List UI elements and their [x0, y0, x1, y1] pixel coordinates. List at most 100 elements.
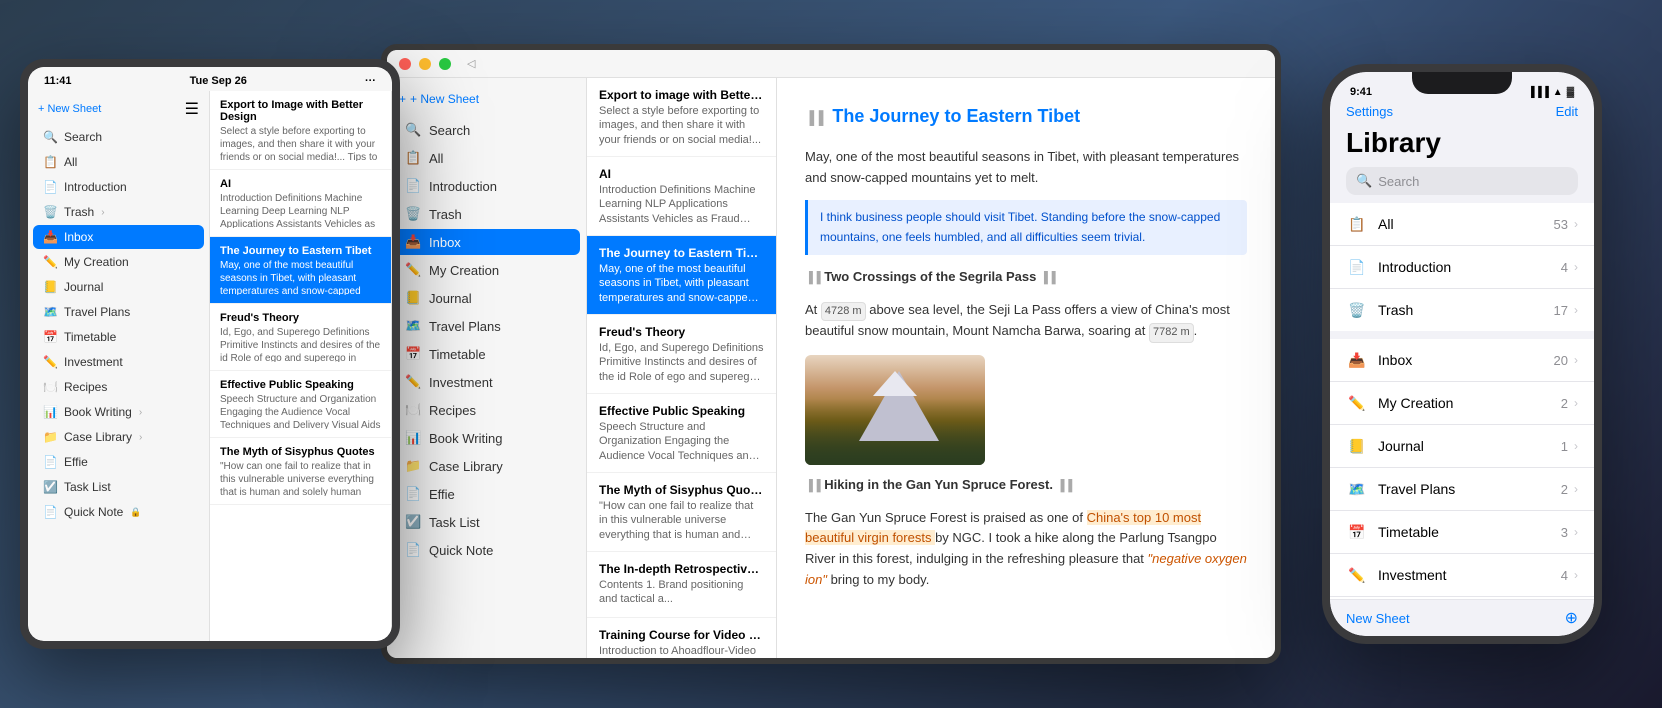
ipad-sidebar-item-inbox[interactable]: 📥 Inbox: [33, 225, 204, 249]
chevron-right-icon: ›: [139, 407, 142, 418]
iphone-item-journal[interactable]: 📒 Journal 1 ›: [1330, 425, 1594, 468]
mac-sidebar-item-recipes[interactable]: 🍽️ Recipes: [393, 397, 580, 423]
iphone-search[interactable]: 🔍 Search: [1346, 167, 1578, 195]
mac-note-item-export[interactable]: Export to image with Better Design Selec…: [587, 78, 776, 157]
iphone-new-sheet-button[interactable]: New Sheet: [1346, 611, 1410, 626]
ipad-sidebar-item-quicknote[interactable]: 📄 Quick Note 🔒: [33, 500, 204, 524]
iphone-item-right: 4 ›: [1561, 568, 1578, 583]
mac-note-item-ai[interactable]: AI Introduction Definitions Machine Lear…: [587, 157, 776, 236]
mac-editor[interactable]: ▐▐ The Journey to Eastern Tibet May, one…: [777, 78, 1275, 658]
item-count: 53: [1554, 217, 1568, 232]
quicknote-icon: 📄: [405, 542, 421, 558]
ipad-note-preview: May, one of the most beautiful seasons i…: [220, 259, 381, 295]
ipad-sidebar-item-tasklist[interactable]: ☑️ Task List: [33, 475, 204, 499]
mac-sidebar-item-effie[interactable]: 📄 Effie: [393, 481, 580, 507]
ipad-new-sheet-button[interactable]: + New Sheet: [38, 103, 101, 115]
mac-note-title: Training Course for Video Creators: [599, 628, 764, 642]
ipad-sidebar-item-introduction[interactable]: 📄 Introduction: [33, 175, 204, 199]
mac-new-sheet-label: + New Sheet: [410, 92, 479, 106]
mac-note-item-retrospective[interactable]: The In-depth Retrospective of Emerging C…: [587, 552, 776, 618]
search-icon: 🔍: [43, 130, 57, 144]
mac-sidebar-item-inbox[interactable]: 📥 Inbox: [393, 229, 580, 255]
iphone-item-introduction[interactable]: 📄 Introduction 4 ›: [1330, 246, 1594, 289]
mac-sidebar-top: + + New Sheet: [387, 86, 586, 112]
iphone-edit-link[interactable]: Edit: [1556, 104, 1578, 119]
mac-sidebar-item-timetable[interactable]: 📅 Timetable: [393, 341, 580, 367]
editor-paragraph-3: The Gan Yun Spruce Forest is praised as …: [805, 508, 1247, 591]
ipad-sidebar-item-travelplans[interactable]: 🗺️ Travel Plans: [33, 300, 204, 324]
iphone-library-list: 📋 All 53 › 📄 Introduction: [1330, 203, 1594, 599]
ipad-sidebar-item-effie[interactable]: 📄 Effie: [33, 450, 204, 474]
iphone-item-trash[interactable]: 🗑️ Trash 17 ›: [1330, 289, 1594, 331]
mac-close-button[interactable]: [399, 58, 411, 70]
item-count: 4: [1561, 568, 1568, 583]
journal-icon: 📒: [405, 290, 421, 306]
iphone-item-travelplans[interactable]: 🗺️ Travel Plans 2 ›: [1330, 468, 1594, 511]
mac-sidebar: + + New Sheet 🔍 Search 📋 All 📄 I: [387, 78, 587, 658]
iphone-item-all[interactable]: 📋 All 53 ›: [1330, 203, 1594, 246]
item-count: 1: [1561, 439, 1568, 454]
iphone-time: 9:41: [1350, 86, 1372, 98]
mac-note-item-speaking[interactable]: Effective Public Speaking Speech Structu…: [587, 394, 776, 473]
ipad-sidebar-item-bookwriting[interactable]: 📊 Book Writing ›: [33, 400, 204, 424]
mac-sidebar-item-travelplans[interactable]: 🗺️ Travel Plans: [393, 313, 580, 339]
mac-new-sheet-button[interactable]: + + New Sheet: [399, 92, 479, 106]
tasklist-icon: ☑️: [405, 514, 421, 530]
mac-sidebar-item-intro[interactable]: 📄 Introduction: [393, 173, 580, 199]
mac-sidebar-item-bookwriting[interactable]: 📊 Book Writing: [393, 425, 580, 451]
timetable-icon: 📅: [43, 330, 57, 344]
ipad-note-item-export[interactable]: Export to Image with Better Design Selec…: [210, 91, 391, 170]
mac-note-item-tibet[interactable]: The Journey to Eastern Tibet May, one of…: [587, 236, 776, 315]
mac-note-preview: Introduction to Ahoadflour-Video Creator…: [599, 644, 764, 658]
ipad-sidebar-item-journal[interactable]: 📒 Journal: [33, 275, 204, 299]
ipad-sidebar-item-mycreation[interactable]: ✏️ My Creation: [33, 250, 204, 274]
ipad-note-item-tibet[interactable]: The Journey to Eastern Tibet May, one of…: [210, 237, 391, 304]
wifi-icon: ▲: [1553, 87, 1563, 98]
mac-sidebar-item-tasklist[interactable]: ☑️ Task List: [393, 509, 580, 535]
ipad-note-item-ai[interactable]: AI Introduction Definitions Machine Lear…: [210, 170, 391, 237]
ipad-sidebar-item-search[interactable]: 🔍 Search: [33, 125, 204, 149]
mac-sidebar-label: Task List: [429, 515, 568, 530]
ipad-sidebar-label: Journal: [64, 280, 103, 294]
ipad-sidebar-item-all[interactable]: 📋 All: [33, 150, 204, 174]
mac-sidebar-item-caselibrary[interactable]: 📁 Case Library: [393, 453, 580, 479]
mac-sidebar-item-quicknote[interactable]: 📄 Quick Note: [393, 537, 580, 563]
mac-note-item-sisyphus[interactable]: The Myth of Sisyphus Quotes "How can one…: [587, 473, 776, 552]
macbook-device: ◁ + + New Sheet 🔍 Search: [381, 44, 1281, 664]
mac-sidebar-item-trash[interactable]: 🗑️ Trash: [393, 201, 580, 227]
ipad-sidebar-item-investment[interactable]: ✏️ Investment: [33, 350, 204, 374]
ipad-sidebar-item-timetable[interactable]: 📅 Timetable: [33, 325, 204, 349]
iphone-item-left: 📄 Introduction: [1346, 256, 1451, 278]
ipad-sidebar-label: Effie: [64, 455, 88, 469]
ipad-note-item-freud[interactable]: Freud's Theory Id, Ego, and Superego Def…: [210, 304, 391, 371]
mac-sidebar-item-investment[interactable]: ✏️ Investment: [393, 369, 580, 395]
iphone-settings-link[interactable]: Settings: [1346, 104, 1393, 119]
ipad-note-item-sisyphus[interactable]: The Myth of Sisyphus Quotes "How can one…: [210, 438, 391, 505]
ipad-sidebar-label: Travel Plans: [64, 305, 130, 319]
iphone-item-timetable[interactable]: 📅 Timetable 3 ›: [1330, 511, 1594, 554]
ipad-sidebar-label: Recipes: [64, 380, 107, 394]
mac-sidebar-item-creation[interactable]: ✏️ My Creation: [393, 257, 580, 283]
ipad-note-item-speaking[interactable]: Effective Public Speaking Speech Structu…: [210, 371, 391, 438]
mac-sidebar-label: Book Writing: [429, 431, 568, 446]
mac-note-item-freud[interactable]: Freud's Theory Id, Ego, and Superego Def…: [587, 315, 776, 394]
iphone-item-inbox[interactable]: 📥 Inbox 20 ›: [1330, 339, 1594, 382]
mac-minimize-button[interactable]: [419, 58, 431, 70]
mac-note-preview: "How can one fail to realize that in thi…: [599, 499, 764, 541]
travel-icon: 🗺️: [43, 305, 57, 319]
ipad-sidebar-item-recipes[interactable]: 🍽️ Recipes: [33, 375, 204, 399]
mac-sidebar-item-all[interactable]: 📋 All: [393, 145, 580, 171]
ipad-sidebar-item-caselibrary[interactable]: 📁 Case Library ›: [33, 425, 204, 449]
iphone-item-investment[interactable]: ✏️ Investment 4 ›: [1330, 554, 1594, 597]
compose-icon[interactable]: ⊕: [1565, 608, 1578, 628]
mac-sidebar-item-search[interactable]: 🔍 Search: [393, 117, 580, 143]
item-count: 2: [1561, 396, 1568, 411]
mac-sidebar-item-journal[interactable]: 📒 Journal: [393, 285, 580, 311]
ipad-sidebar-item-trash[interactable]: 🗑️ Trash ›: [33, 200, 204, 224]
iphone-item-mycreation[interactable]: ✏️ My Creation 2 ›: [1330, 382, 1594, 425]
ipad-sidebar: + New Sheet ☰ 🔍 Search 📋 All 📄 Introduct…: [28, 91, 210, 641]
mac-maximize-button[interactable]: [439, 58, 451, 70]
iphone-header: Settings Edit: [1330, 102, 1594, 123]
mac-note-item-training[interactable]: Training Course for Video Creators Intro…: [587, 618, 776, 658]
chevron-right-icon: ›: [1574, 525, 1578, 539]
